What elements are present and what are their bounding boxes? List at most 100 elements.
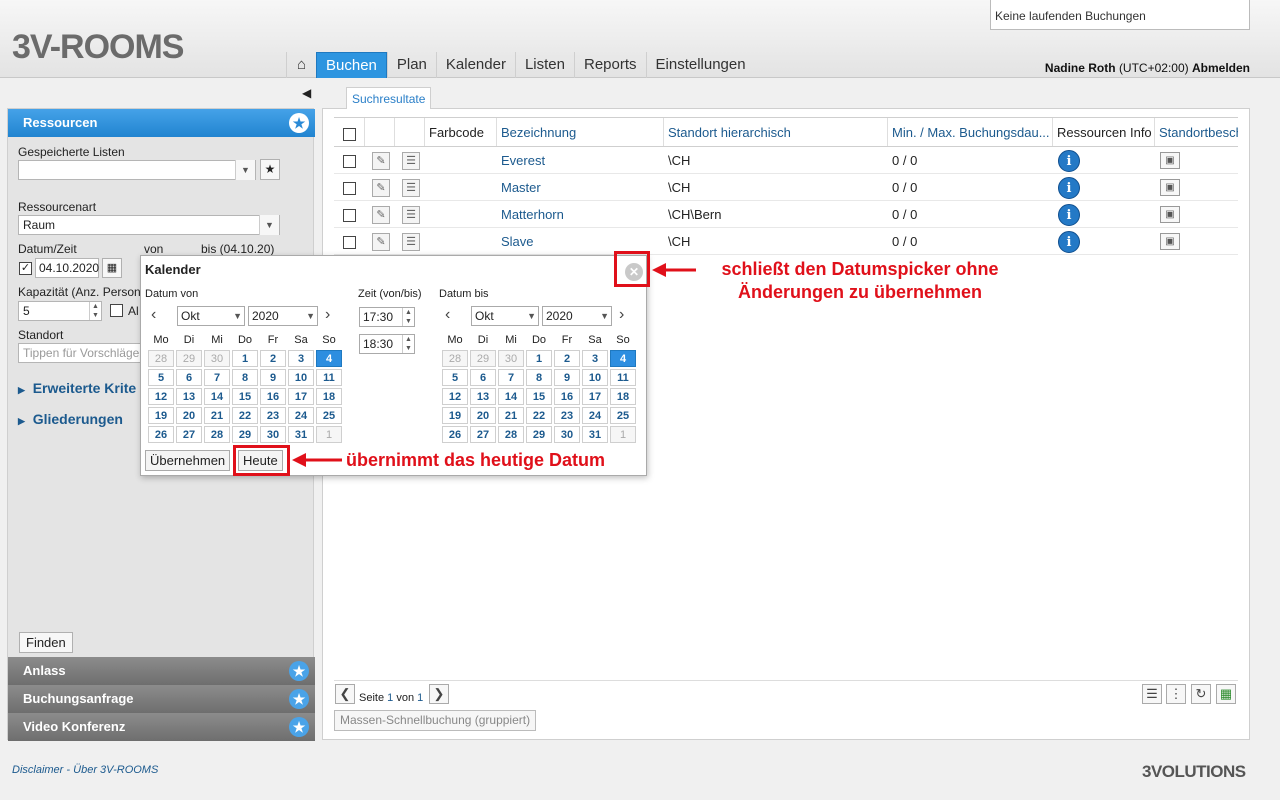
save-list-icon[interactable]: ★ bbox=[260, 159, 280, 180]
prev-page-icon[interactable]: ❮ bbox=[335, 684, 355, 704]
info-icon[interactable]: i bbox=[1058, 177, 1080, 199]
favorite-star-icon[interactable]: ★ bbox=[289, 661, 309, 681]
calendar-day[interactable]: 24 bbox=[582, 407, 608, 424]
list-view-icon[interactable]: ☰ bbox=[1142, 684, 1162, 704]
calendar-day[interactable]: 9 bbox=[554, 369, 580, 386]
tab-kalender[interactable]: Kalender bbox=[435, 52, 515, 78]
tab-einstellungen[interactable]: Einstellungen bbox=[645, 52, 755, 78]
calendar-day[interactable]: 5 bbox=[442, 369, 468, 386]
calendar-day[interactable]: 7 bbox=[498, 369, 524, 386]
col-dauer[interactable]: Min. / Max. Buchungsdau... bbox=[887, 118, 1052, 146]
calendar-day[interactable]: 30 bbox=[498, 350, 524, 367]
extended-criteria-toggle[interactable]: ▶ Erweiterte Krite bbox=[18, 380, 136, 396]
calendar-day[interactable]: 23 bbox=[554, 407, 580, 424]
month-select[interactable]: Okt ▼ bbox=[177, 306, 245, 326]
calendar-day[interactable]: 28 bbox=[498, 426, 524, 443]
calendar-day[interactable]: 19 bbox=[148, 407, 174, 424]
section-buchungsanfrage[interactable]: Buchungsanfrage ★ bbox=[8, 685, 315, 713]
quick-book-icon[interactable]: ✎ bbox=[372, 152, 390, 170]
col-standortbeschreibung[interactable]: Standortbeschr bbox=[1154, 118, 1238, 146]
info-icon[interactable]: i bbox=[1058, 150, 1080, 172]
calendar-day[interactable]: 20 bbox=[470, 407, 496, 424]
details-icon[interactable]: ☰ bbox=[402, 152, 420, 170]
calendar-day[interactable]: 24 bbox=[288, 407, 314, 424]
refresh-icon[interactable]: ↻ bbox=[1191, 684, 1211, 704]
tab-search-results[interactable]: Suchresultate bbox=[346, 87, 432, 109]
calendar-day[interactable]: 30 bbox=[260, 426, 286, 443]
calendar-day[interactable]: 27 bbox=[470, 426, 496, 443]
calendar-day[interactable]: 11 bbox=[316, 369, 342, 386]
calendar-day[interactable]: 28 bbox=[204, 426, 230, 443]
month-select[interactable]: Okt ▼ bbox=[471, 306, 539, 326]
calendar-day[interactable]: 20 bbox=[176, 407, 202, 424]
calendar-day[interactable]: 21 bbox=[204, 407, 230, 424]
collapse-sidebar-icon[interactable]: ◀ bbox=[302, 86, 311, 100]
calendar-day[interactable]: 21 bbox=[498, 407, 524, 424]
col-bezeichnung[interactable]: Bezeichnung bbox=[496, 118, 663, 146]
calendar-day[interactable]: 2 bbox=[554, 350, 580, 367]
details-icon[interactable]: ☰ bbox=[402, 233, 420, 251]
date-input[interactable]: 04.10.2020 bbox=[35, 258, 99, 278]
section-ressourcen[interactable]: Ressourcen ★ bbox=[8, 109, 315, 137]
calendar-day[interactable]: 19 bbox=[442, 407, 468, 424]
next-month-icon[interactable]: › bbox=[619, 306, 624, 324]
resource-name[interactable]: Matterhorn bbox=[501, 201, 564, 227]
calendar-day[interactable]: 30 bbox=[204, 350, 230, 367]
calendar-day[interactable]: 22 bbox=[526, 407, 552, 424]
calendar-day[interactable]: 26 bbox=[148, 426, 174, 443]
calendar-day[interactable]: 6 bbox=[176, 369, 202, 386]
calendar-day[interactable]: 29 bbox=[470, 350, 496, 367]
calendar-day[interactable]: 13 bbox=[176, 388, 202, 405]
time-from-input[interactable]: 17:30 ▲ ▼ bbox=[359, 307, 415, 327]
saved-lists-select[interactable]: ▼ bbox=[18, 160, 256, 180]
calendar-day[interactable]: 5 bbox=[148, 369, 174, 386]
year-select[interactable]: 2020 ▼ bbox=[248, 306, 318, 326]
calendar-day[interactable]: 1 bbox=[610, 426, 636, 443]
calendar-day[interactable]: 3 bbox=[288, 350, 314, 367]
calendar-day[interactable]: 11 bbox=[610, 369, 636, 386]
resource-name[interactable]: Master bbox=[501, 174, 541, 200]
calendar-day[interactable]: 12 bbox=[148, 388, 174, 405]
columns-icon[interactable]: ⋮ bbox=[1166, 684, 1186, 704]
location-description-icon[interactable]: ▣ bbox=[1160, 179, 1180, 196]
capacity-stepper[interactable]: ▲ ▼ bbox=[89, 302, 101, 320]
favorite-star-icon[interactable]: ★ bbox=[289, 689, 309, 709]
calendar-day[interactable]: 29 bbox=[526, 426, 552, 443]
calendar-day[interactable]: 31 bbox=[288, 426, 314, 443]
tab-reports[interactable]: Reports bbox=[573, 52, 646, 78]
time-from-stepper[interactable]: ▲ ▼ bbox=[402, 308, 414, 326]
calendar-day[interactable]: 16 bbox=[554, 388, 580, 405]
calendar-day[interactable]: 23 bbox=[260, 407, 286, 424]
calendar-day[interactable]: 4 bbox=[610, 350, 636, 367]
row-checkbox[interactable] bbox=[343, 209, 356, 222]
calendar-day[interactable]: 12 bbox=[442, 388, 468, 405]
time-to-input[interactable]: 18:30 ▲ ▼ bbox=[359, 334, 415, 354]
calendar-day[interactable]: 29 bbox=[232, 426, 258, 443]
quick-book-icon[interactable]: ✎ bbox=[372, 179, 390, 197]
calendar-day[interactable]: 1 bbox=[316, 426, 342, 443]
calendar-day[interactable]: 26 bbox=[442, 426, 468, 443]
calendar-day[interactable]: 18 bbox=[610, 388, 636, 405]
tab-buchen[interactable]: Buchen bbox=[316, 52, 387, 78]
row-checkbox[interactable] bbox=[343, 182, 356, 195]
table-row[interactable]: ✎ ☰ Slave \CH 0 / 0 i ▣ bbox=[334, 228, 1238, 255]
table-row[interactable]: ✎ ☰ Matterhorn \CH\Bern 0 / 0 i ▣ bbox=[334, 201, 1238, 228]
favorite-star-icon[interactable]: ★ bbox=[289, 113, 309, 133]
tab-listen[interactable]: Listen bbox=[514, 52, 574, 78]
calendar-day[interactable]: 17 bbox=[288, 388, 314, 405]
info-icon[interactable]: i bbox=[1058, 204, 1080, 226]
apply-button[interactable]: Übernehmen bbox=[145, 450, 231, 471]
calendar-day[interactable]: 17 bbox=[582, 388, 608, 405]
favorite-star-icon[interactable]: ★ bbox=[289, 717, 309, 737]
calendar-day[interactable]: 13 bbox=[470, 388, 496, 405]
row-checkbox[interactable] bbox=[343, 155, 356, 168]
datetime-checkbox[interactable]: ✓ bbox=[19, 262, 32, 275]
location-input[interactable]: Tippen für Vorschläge bbox=[18, 343, 142, 363]
calendar-day[interactable]: 15 bbox=[232, 388, 258, 405]
col-info[interactable]: Ressourcen Info bbox=[1052, 118, 1154, 146]
calendar-icon[interactable]: ▦ bbox=[102, 258, 122, 278]
calendar-day[interactable]: 30 bbox=[554, 426, 580, 443]
calendar-day[interactable]: 6 bbox=[470, 369, 496, 386]
home-icon[interactable]: ⌂ bbox=[286, 52, 316, 78]
time-to-stepper[interactable]: ▲ ▼ bbox=[402, 335, 414, 353]
